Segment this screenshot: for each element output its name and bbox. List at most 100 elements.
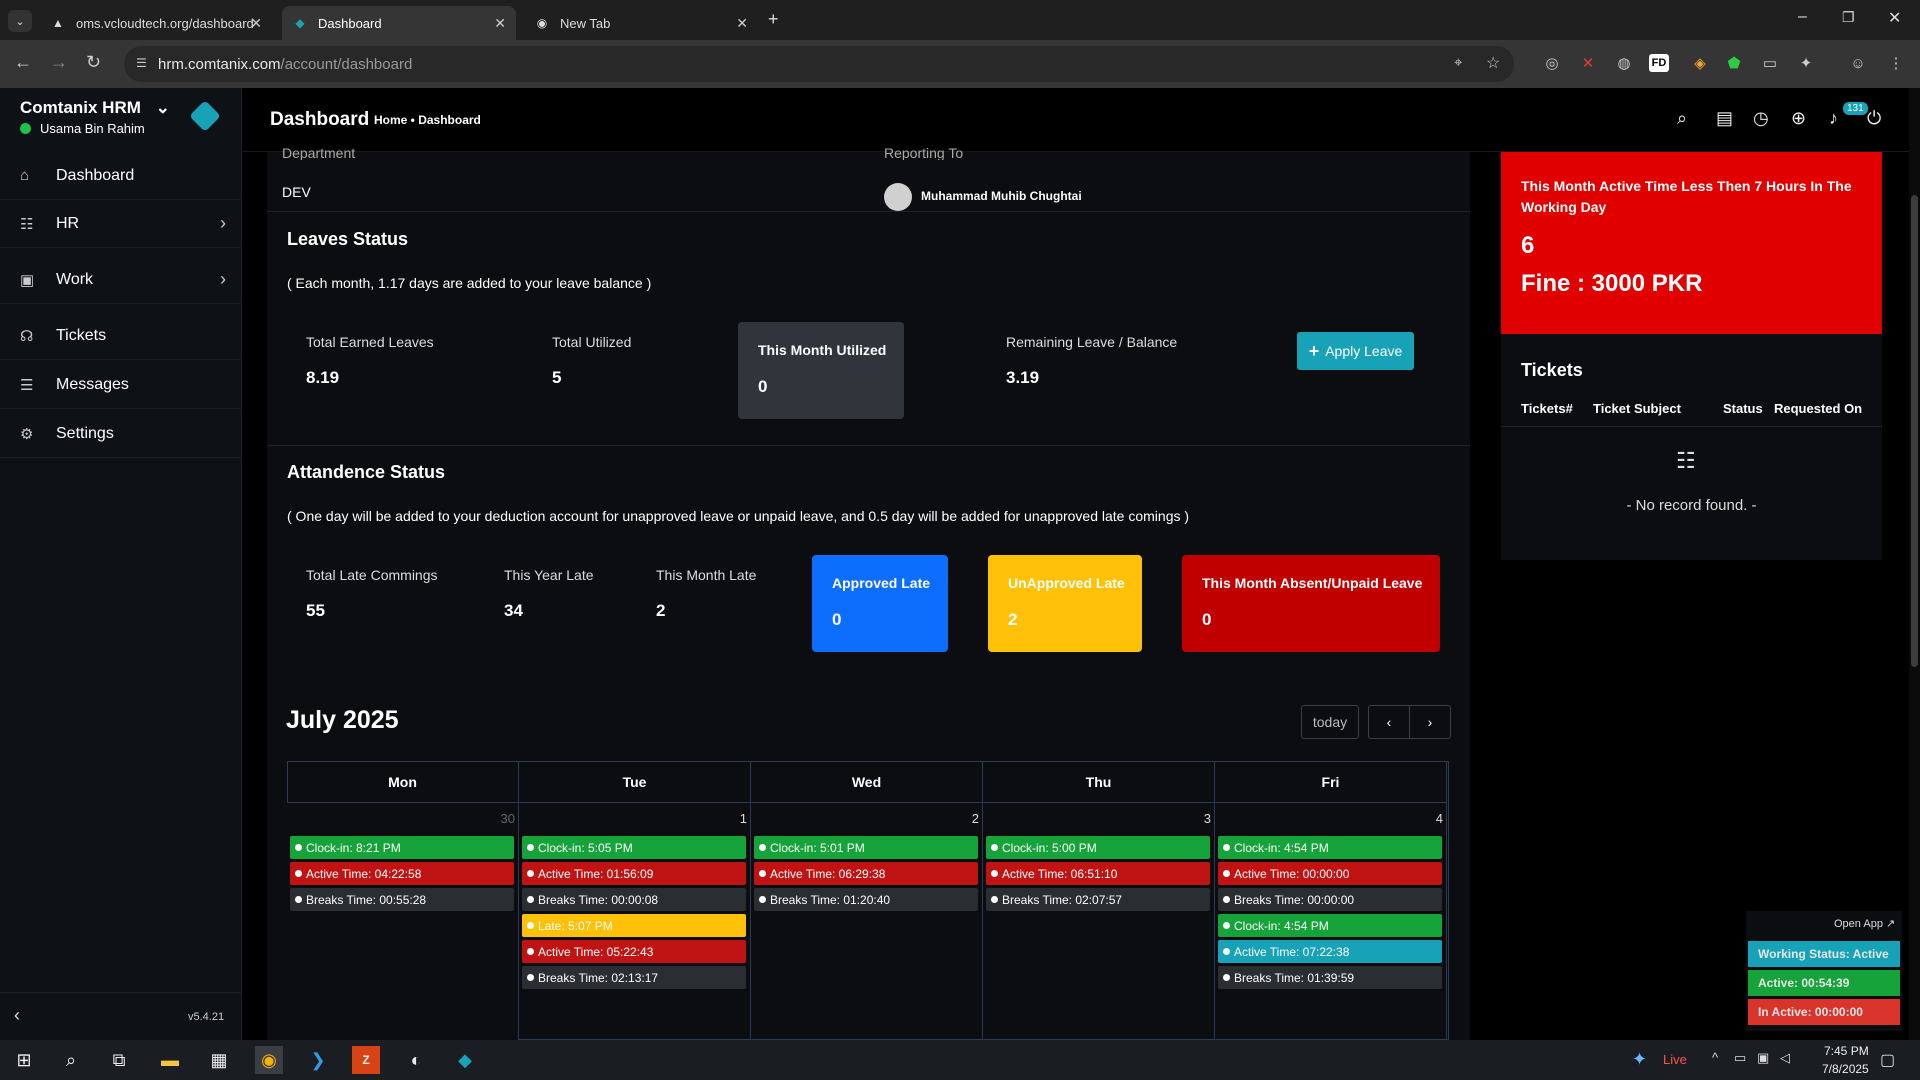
- collapse-sidebar-icon[interactable]: ‹: [14, 1005, 20, 1026]
- calendar-event[interactable]: Active Time: 00:00:00: [1218, 862, 1442, 885]
- sidebar-item-label: Settings: [56, 424, 114, 442]
- minimize-icon[interactable]: –: [1798, 8, 1807, 26]
- fine-message: This Month Active Time Less Then 7 Hours…: [1521, 178, 1852, 215]
- total-late-label: Total Late Commings: [306, 567, 438, 583]
- live-label[interactable]: Live: [1663, 1052, 1687, 1067]
- calendar-event[interactable]: Late: 5:07 PM: [522, 914, 746, 937]
- calendar-event[interactable]: Breaks Time: 00:55:28: [290, 888, 514, 911]
- breadcrumb[interactable]: Home • Dashboard: [374, 113, 481, 127]
- tab-dashboard[interactable]: ◆ Dashboard ✕: [282, 6, 516, 40]
- windows-start-icon[interactable]: ⊞: [10, 1046, 38, 1074]
- back-icon[interactable]: ←: [14, 52, 32, 73]
- calendar-event[interactable]: Active Time: 07:22:38: [1218, 940, 1442, 963]
- chevron-down-icon: ⌄: [155, 98, 170, 117]
- plus-icon: +: [1308, 340, 1320, 361]
- forward-icon[interactable]: →: [50, 52, 68, 73]
- vscode-icon[interactable]: ❯: [304, 1046, 332, 1074]
- close-icon[interactable]: ✕: [736, 15, 748, 32]
- tab-oms[interactable]: ▲ oms.vcloudtech.org/dashboard ✕: [40, 6, 272, 40]
- bookmark-star-icon[interactable]: ☆: [1486, 53, 1500, 73]
- reload-icon[interactable]: ↻: [86, 52, 101, 73]
- sidebar-item-dashboard[interactable]: ⌂ Dashboard: [0, 152, 242, 200]
- site-info-icon[interactable]: ☰: [136, 56, 147, 70]
- reporting-value[interactable]: Muhammad Muhib Chughtai: [921, 189, 1082, 203]
- calendar-event[interactable]: Breaks Time: 01:39:59: [1218, 966, 1442, 989]
- tray-chevron-icon[interactable]: ^: [1712, 1050, 1718, 1065]
- power-icon[interactable]: ⏻: [1867, 108, 1881, 129]
- search-icon[interactable]: ⌕: [1677, 108, 1687, 129]
- attendance-title: Attandence Status: [287, 462, 446, 482]
- file-explorer-icon[interactable]: ▬: [156, 1046, 184, 1074]
- calendar-event[interactable]: Breaks Time: 02:07:57: [986, 888, 1210, 911]
- warning-favicon-icon: ▲: [52, 16, 64, 30]
- profile-avatar-icon[interactable]: ☺: [1847, 52, 1869, 74]
- calendar-event[interactable]: Active Time: 01:56:09: [522, 862, 746, 885]
- tab-list-dropdown-icon[interactable]: ⌄: [8, 10, 32, 32]
- location-icon[interactable]: ⌖: [1454, 54, 1462, 71]
- restore-icon[interactable]: ❐: [1842, 9, 1855, 26]
- extension-badge-icon[interactable]: ◈: [1689, 52, 1711, 74]
- menu-kebab-icon[interactable]: ⋮: [1885, 52, 1907, 74]
- calendar-event[interactable]: Active Time: 06:29:38: [754, 862, 978, 885]
- extension-globe-icon[interactable]: ◍: [1613, 52, 1635, 74]
- battery-icon[interactable]: ▭: [1734, 1050, 1746, 1066]
- calendar-event[interactable]: Clock-in: 4:54 PM: [1218, 914, 1442, 937]
- zoho-icon[interactable]: Z: [352, 1046, 380, 1074]
- url-input[interactable]: ☰ hrm.comtanix.com/account/dashboard ⌖ ☆: [124, 46, 1514, 82]
- extensions-puzzle-icon[interactable]: ✦: [1795, 52, 1817, 74]
- version-label: v5.4.21: [188, 1011, 225, 1023]
- tab-new[interactable]: ◉ New Tab ✕: [524, 6, 758, 40]
- sidebar-item-settings[interactable]: ⚙ Settings: [0, 410, 242, 458]
- notification-center-icon[interactable]: ▢: [1880, 1050, 1895, 1070]
- brand-name[interactable]: Comtanix HRM ⌄: [20, 98, 170, 118]
- sidebar-item-work[interactable]: ▣ Work ›: [0, 256, 242, 304]
- calendar-event[interactable]: Clock-in: 5:05 PM: [522, 836, 746, 859]
- clock-time[interactable]: 7:45 PM: [1824, 1044, 1869, 1058]
- calendar-event[interactable]: Breaks Time: 00:00:08: [522, 888, 746, 911]
- chrome-favicon-icon: ◉: [536, 16, 548, 30]
- calendar-event[interactable]: Clock-in: 4:54 PM: [1218, 836, 1442, 859]
- app-green-icon[interactable]: ◐: [402, 1046, 430, 1074]
- bell-icon[interactable]: ♪: [1829, 108, 1838, 129]
- calendar-event[interactable]: Clock-in: 8:21 PM: [290, 836, 514, 859]
- task-view-icon[interactable]: ⧉: [105, 1046, 133, 1074]
- calendar-event[interactable]: Breaks Time: 01:20:40: [754, 888, 978, 911]
- search-icon[interactable]: ⌕: [57, 1046, 85, 1074]
- calendar-event[interactable]: Active Time: 05:22:43: [522, 940, 746, 963]
- sidebar-item-messages[interactable]: ☰ Messages: [0, 361, 242, 409]
- store-icon[interactable]: ▦: [205, 1046, 233, 1074]
- close-icon[interactable]: ✕: [250, 15, 262, 32]
- extension-cast-icon[interactable]: ▭: [1759, 52, 1781, 74]
- extension-x-icon[interactable]: ✕: [1577, 52, 1599, 74]
- calendar-event[interactable]: Breaks Time: 00:00:00: [1218, 888, 1442, 911]
- volume-icon[interactable]: ◁: [1780, 1050, 1790, 1066]
- network-icon[interactable]: ▣: [1757, 1050, 1769, 1066]
- today-button[interactable]: today: [1301, 705, 1359, 739]
- window-close-icon[interactable]: ✕: [1888, 8, 1901, 28]
- online-status-dot: [20, 123, 31, 134]
- user-name: Usama Bin Rahim: [40, 121, 145, 136]
- calendar-event[interactable]: Active Time: 04:22:58: [290, 862, 514, 885]
- clock-icon[interactable]: ◷: [1753, 108, 1769, 129]
- add-circle-icon[interactable]: ⊕: [1791, 108, 1806, 129]
- extension-fd-icon[interactable]: FD: [1649, 54, 1669, 72]
- calendar-event[interactable]: Active Time: 06:51:10: [986, 862, 1210, 885]
- calendar-event[interactable]: Breaks Time: 02:13:17: [522, 966, 746, 989]
- next-month-button[interactable]: ›: [1409, 705, 1451, 739]
- chrome-icon[interactable]: ◉: [255, 1046, 283, 1074]
- sidebar-item-tickets[interactable]: ☊ Tickets: [0, 312, 242, 360]
- clock-date[interactable]: 7/8/2025: [1822, 1062, 1869, 1076]
- close-icon[interactable]: ✕: [494, 15, 506, 32]
- extension-glasses-icon[interactable]: ◎: [1541, 52, 1563, 74]
- comtanix-app-icon[interactable]: ◆: [451, 1046, 479, 1074]
- extension-green-icon[interactable]: ⬟: [1723, 52, 1745, 74]
- notes-icon[interactable]: ▤: [1716, 108, 1733, 129]
- new-tab-icon[interactable]: +: [768, 9, 779, 30]
- calendar-event[interactable]: Clock-in: 5:01 PM: [754, 836, 978, 859]
- apply-leave-button[interactable]: + Apply Leave: [1297, 332, 1414, 370]
- open-app-link[interactable]: Open App ↗: [1834, 917, 1895, 930]
- calendar-event[interactable]: Clock-in: 5:00 PM: [986, 836, 1210, 859]
- scrollbar-thumb[interactable]: [1911, 195, 1918, 667]
- sidebar-item-hr[interactable]: ☷ HR ›: [0, 200, 242, 248]
- prev-month-button[interactable]: ‹: [1368, 705, 1410, 739]
